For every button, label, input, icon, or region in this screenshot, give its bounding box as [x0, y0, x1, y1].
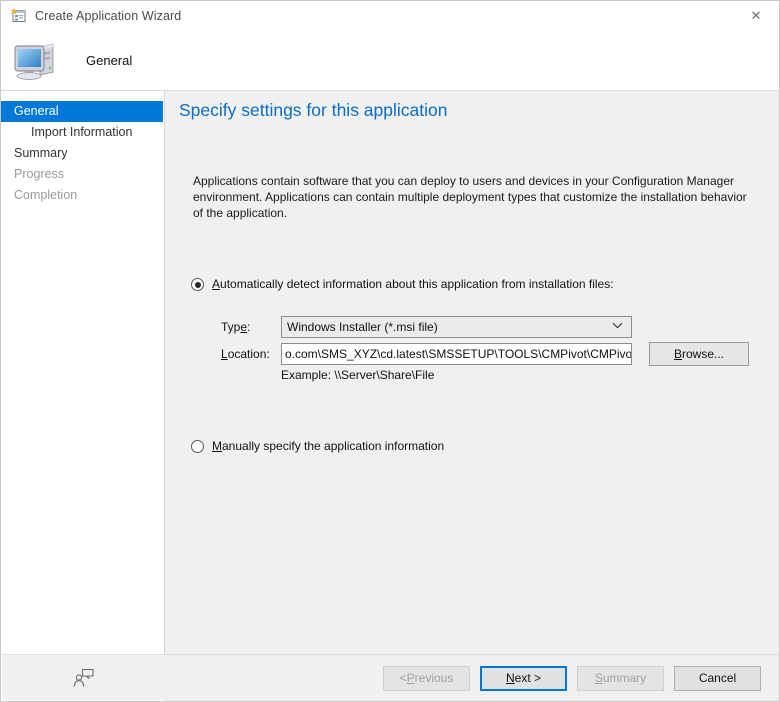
wizard-footer: < Previous Next > Summary Cancel: [165, 654, 779, 701]
radio-manual-specify[interactable]: Manually specify the application informa…: [191, 439, 444, 453]
intro-line-2: Applications can contain multiple deploy…: [193, 190, 747, 220]
radio-auto-detect[interactable]: Automatically detect information about t…: [191, 277, 614, 291]
chevron-down-icon: [612, 322, 623, 332]
summary-button-label: ummary: [602, 671, 647, 685]
sidebar-item-summary[interactable]: Summary: [1, 143, 163, 164]
banner-title: General: [86, 53, 133, 68]
location-label-accesskey: L: [221, 347, 228, 361]
radio-auto-detect-mark[interactable]: [191, 278, 204, 291]
close-icon[interactable]: ✕: [733, 1, 779, 31]
cancel-button[interactable]: Cancel: [674, 665, 761, 691]
wizard-content: Specify settings for this application Ap…: [164, 91, 779, 701]
browse-button-accesskey: B: [673, 347, 682, 361]
wizard-step-list: General Import Information Summary Progr…: [1, 91, 164, 701]
wizard-banner: General: [1, 31, 779, 91]
page-title: Specify settings for this application: [179, 100, 448, 120]
wizard-window-icon: [10, 8, 27, 24]
sidebar-item-general[interactable]: General: [1, 101, 163, 122]
sidebar-item-progress: Progress: [14, 167, 65, 181]
radio-auto-detect-label: Automatically detect information about t…: [212, 277, 614, 291]
next-button-label: ext >: [514, 671, 542, 685]
radio-auto-detect-text: utomatically detect information about th…: [220, 277, 614, 291]
feedback-person-icon[interactable]: [73, 668, 95, 688]
wizard-body: General Import Information Summary Progr…: [1, 91, 779, 701]
sidebar-item-completion: Completion: [14, 188, 78, 202]
intro-paragraph: Applications contain software that you c…: [193, 173, 753, 221]
title-bar: Create Application Wizard ✕: [1, 1, 779, 31]
previous-button-accesskey: P: [406, 671, 415, 685]
location-example-hint: Example: \\Server\Share\File: [281, 368, 435, 382]
location-label: Location:: [221, 347, 281, 361]
browse-button[interactable]: Browse...: [649, 342, 749, 366]
location-field-row: Location: o.com\SMS_XYZ\cd.latest\SMSSET…: [221, 343, 632, 365]
location-input[interactable]: o.com\SMS_XYZ\cd.latest\SMSSETUP\TOOLS\C…: [281, 343, 632, 365]
wizard-window: Create Application Wizard ✕ General Gene…: [0, 0, 780, 702]
type-label: Type:: [221, 320, 281, 334]
next-button-accesskey: N: [505, 671, 515, 685]
type-field-row: Type: Windows Installer (*.msi file): [221, 316, 632, 338]
previous-button-prefix: <: [399, 671, 407, 685]
type-label-text: Typ: [221, 320, 241, 334]
sidebar-item-import-information[interactable]: Import Information: [1, 122, 163, 143]
next-button[interactable]: Next >: [480, 665, 567, 691]
browse-button-label: rowse...: [682, 347, 725, 361]
summary-button: Summary: [577, 665, 664, 691]
radio-manual-specify-label: Manually specify the application informa…: [212, 439, 444, 453]
summary-button-accesskey: S: [594, 671, 603, 685]
radio-manual-specify-accesskey: M: [212, 439, 222, 453]
feedback-area: [2, 654, 165, 700]
radio-manual-specify-text: anually specify the application informat…: [222, 439, 445, 453]
type-dropdown-value: Windows Installer (*.msi file): [287, 320, 438, 334]
window-title: Create Application Wizard: [35, 9, 182, 23]
wizard-content-main: Specify settings for this application Ap…: [165, 91, 779, 654]
location-input-value: o.com\SMS_XYZ\cd.latest\SMSSETUP\TOOLS\C…: [285, 347, 632, 361]
cancel-button-label: Cancel: [698, 671, 737, 685]
computer-icon: [12, 39, 60, 83]
radio-auto-detect-accesskey: A: [212, 277, 221, 291]
type-label-suffix: :: [247, 320, 251, 334]
previous-button-label: revious: [414, 671, 454, 685]
type-dropdown[interactable]: Windows Installer (*.msi file): [281, 316, 632, 338]
radio-manual-specify-mark[interactable]: [191, 440, 204, 453]
previous-button: < Previous: [383, 665, 470, 691]
location-label-text: ocation:: [227, 347, 270, 361]
